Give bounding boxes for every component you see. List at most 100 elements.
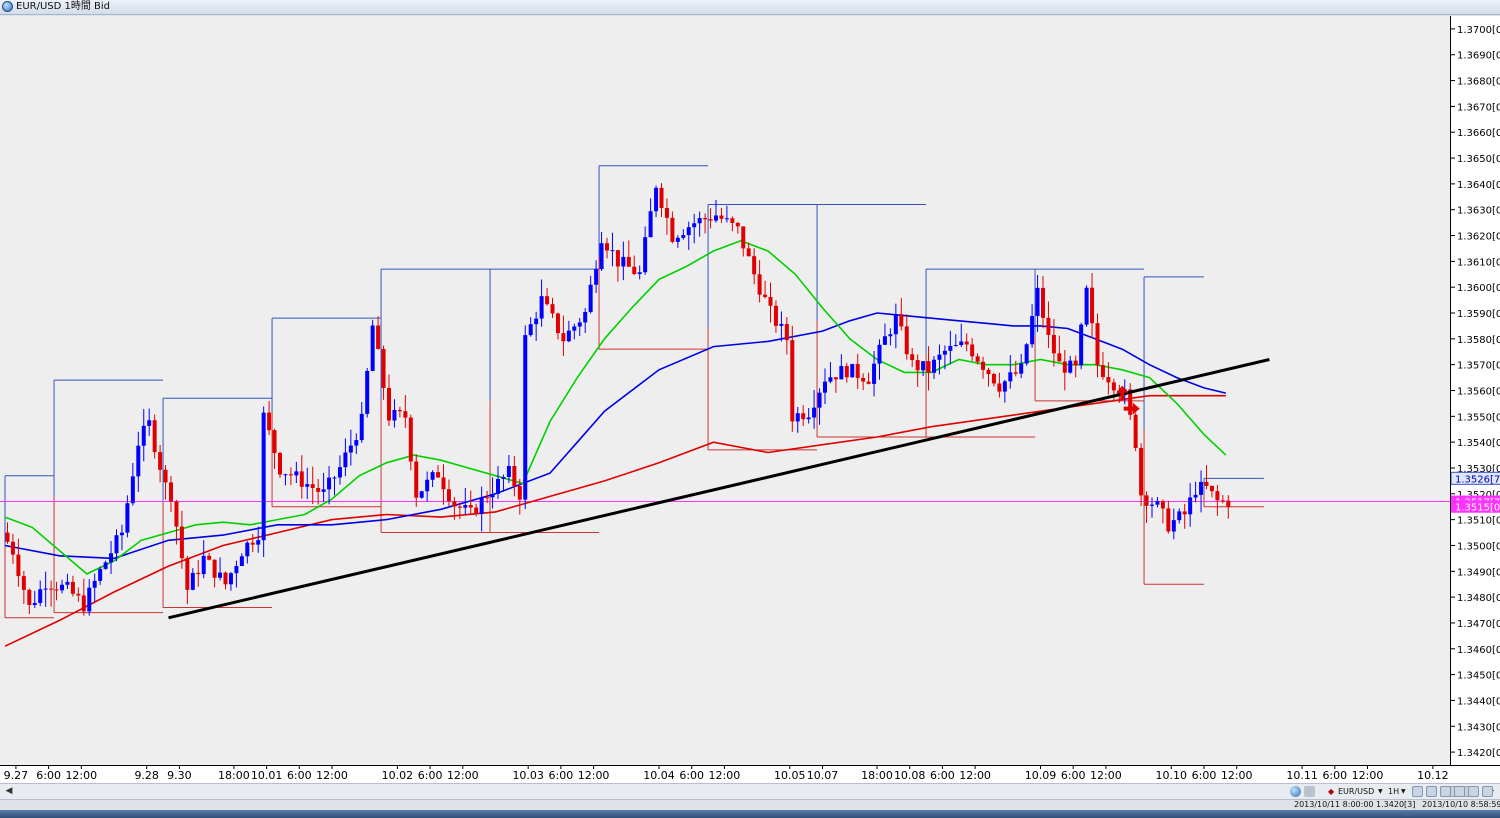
candle-bull (583, 311, 588, 323)
candle-bull (779, 323, 784, 326)
time-tick-label: 10.05 (774, 769, 806, 782)
time-tick-label: 6:00 (930, 769, 955, 782)
candle-bull (332, 477, 337, 479)
candle-bull (643, 237, 648, 273)
candlestick-chart (0, 165, 1450, 647)
candle-bull (496, 478, 500, 494)
candle-bear (397, 410, 402, 412)
trading-platform-window: EUR/USD 1時間 Bid 1.3420[0 1.3430[0 1.3440[0… (0, 0, 1500, 818)
candle-bull (130, 476, 135, 504)
candle-bull (675, 237, 680, 242)
chart-settings-icon[interactable] (1304, 786, 1315, 797)
candle-bull (1068, 360, 1073, 373)
time-tick-label: 6:00 (1322, 769, 1347, 782)
candle-bear (866, 381, 871, 384)
candle-bull (1002, 381, 1007, 392)
candle-bull (948, 345, 953, 351)
price-tick-label: 1.3550[0 (1457, 412, 1500, 423)
candle-bull (572, 326, 577, 331)
os-taskbar (0, 810, 1500, 818)
candle-bear (179, 526, 184, 559)
price-tick-label: 1.3450[0 (1457, 671, 1500, 682)
candle-bear (768, 296, 773, 306)
symbol-selector[interactable]: EUR/USD (1338, 785, 1374, 798)
candle-bear (387, 387, 391, 421)
timeframe-dropdown-chevron-icon[interactable]: ▼ (1401, 785, 1406, 798)
candle-bull (1030, 316, 1035, 345)
zoom-in-icon[interactable] (1412, 786, 1423, 797)
candle-bear (1057, 353, 1062, 362)
time-tick-label: 10.08 (894, 769, 926, 782)
indicator-icon[interactable] (1468, 786, 1479, 797)
time-tick-label: 6:00 (549, 769, 574, 782)
candle-bull (1188, 497, 1193, 515)
chart-plot-area[interactable] (0, 16, 1450, 765)
crosshair-icon[interactable] (1482, 786, 1493, 797)
candle-bull (1199, 481, 1204, 495)
price-tick-label: 1.3440[0 (1457, 696, 1500, 707)
candle-bull (828, 377, 833, 382)
candle-bull (234, 566, 239, 574)
time-tick-label: 10.07 (807, 769, 839, 782)
time-tick-label: 9.30 (167, 769, 192, 782)
candle-bear (1090, 287, 1095, 324)
time-axis[interactable]: 9.27 6:00 12:00 9.28 9.30 18:00 10.01 6:00 12:00… (0, 765, 1500, 783)
time-tick-label: 12:00 (316, 769, 348, 782)
candle-bear (746, 248, 751, 257)
candle-bull (539, 296, 544, 319)
candle-bear (70, 581, 75, 594)
candle-bear (1204, 481, 1209, 486)
candle-bear (910, 354, 915, 361)
candle-bear (730, 218, 735, 223)
candle-bull (937, 354, 942, 360)
symbol-marker-icon: ◆ (1328, 787, 1335, 796)
time-tick-label: 10.12 (1417, 769, 1449, 782)
time-tick-label: 18:00 (218, 769, 250, 782)
candle-bear (223, 572, 228, 585)
timeframe-selector[interactable]: 1H (1388, 785, 1399, 798)
scroll-left-arrow-icon[interactable]: ◀ (2, 785, 16, 798)
candle-bull (594, 269, 599, 285)
candle-bull (882, 336, 887, 345)
candle-bull (714, 215, 718, 221)
price-axis[interactable]: 1.3420[0 1.3430[0 1.3440[0 1.3450[0 1.3460[0… (1450, 16, 1500, 765)
server-time-readout: 2013/10/10 8:58:59 (1422, 800, 1500, 809)
time-tick-label: 18:00 (861, 769, 893, 782)
candle-bear (997, 383, 1002, 392)
candle-bear (10, 541, 15, 555)
time-axis-labels: 9.27 6:00 12:00 9.28 9.30 18:00 10.01 6:00 12:00… (4, 766, 1449, 782)
price-tick-label: 1.3540[0 (1457, 438, 1500, 449)
candle-bear (5, 532, 10, 542)
candle-bull (245, 542, 250, 557)
candle-bull (806, 417, 811, 420)
candle-bear (899, 314, 904, 327)
price-tick-label: 1.3470[0 (1457, 619, 1500, 630)
candle-bull (228, 573, 233, 585)
chart-globe-icon[interactable] (1290, 786, 1301, 797)
candle-bull (877, 344, 882, 364)
candle-bear (1073, 360, 1078, 366)
chart-scrollbar[interactable]: ◀ ▶ (0, 783, 1500, 799)
chart-window-titlebar[interactable]: EUR/USD 1時間 Bid (0, 0, 1500, 15)
cursor-info-readout: 2013/10/11 8:00:00 1.3420[3] (1294, 800, 1416, 809)
candle-bull (294, 471, 299, 476)
candle-bear (605, 243, 609, 251)
candle-bear (1062, 361, 1067, 373)
price-tick-label: 1.3620[0 (1457, 232, 1500, 243)
candle-bear (288, 474, 293, 476)
symbol-dropdown-chevron-icon[interactable]: ▼ (1378, 785, 1383, 798)
candle-bull (823, 381, 827, 393)
candle-bear (517, 486, 522, 500)
candle-bear (719, 215, 724, 219)
candle-bull (1035, 287, 1040, 317)
candle-bear (555, 313, 560, 334)
line-tool-icon[interactable] (1440, 786, 1451, 797)
candle-bull (610, 250, 615, 252)
candle-bear (21, 576, 26, 590)
candle-bull (141, 425, 146, 446)
candle-mode-icon[interactable] (1454, 786, 1465, 797)
candle-bull (959, 341, 964, 345)
zoom-out-icon[interactable] (1426, 786, 1437, 797)
candle-bull (38, 589, 43, 603)
candle-bull (60, 584, 64, 591)
